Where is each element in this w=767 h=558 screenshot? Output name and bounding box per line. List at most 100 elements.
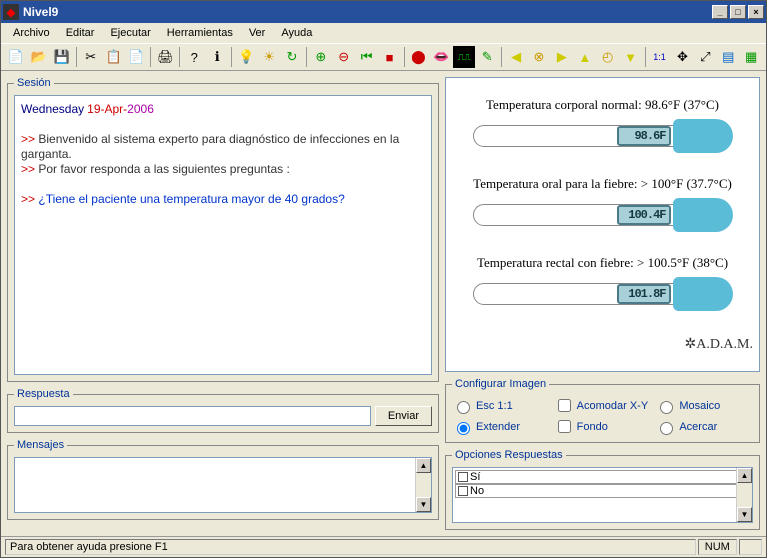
nav-prev-yellow-icon[interactable]: ◀ bbox=[505, 46, 527, 68]
image-panel: Temperatura corporal normal: 98.6°F (37°… bbox=[445, 77, 760, 372]
thermometer-3: Temperatura rectal con fiebre: > 100.5°F… bbox=[452, 255, 753, 313]
question-text: ¿Tiene el paciente una temperatura mayor… bbox=[38, 192, 344, 206]
status-empty bbox=[739, 539, 762, 555]
session-date-day: 19-Apr- bbox=[87, 102, 127, 116]
thermometer-2: Temperatura oral para la fiebre: > 100°F… bbox=[452, 176, 753, 234]
radio-mosaico[interactable]: Mosaico bbox=[655, 396, 753, 415]
cut-icon[interactable]: ✂ bbox=[80, 46, 102, 68]
desktop-icon[interactable]: ▤ bbox=[717, 46, 739, 68]
scroll-up-icon[interactable]: ▲ bbox=[737, 468, 752, 483]
welcome-line-2: Por favor responda a las siguientes preg… bbox=[38, 162, 289, 176]
app-icon: ◆ bbox=[3, 4, 19, 20]
scroll-up-icon[interactable]: ▲ bbox=[416, 458, 431, 473]
record-icon[interactable]: ⬤ bbox=[408, 46, 430, 68]
sun-icon[interactable]: ☀ bbox=[258, 46, 280, 68]
lips-icon[interactable]: 👄 bbox=[430, 46, 452, 68]
session-legend: Sesión bbox=[14, 77, 54, 89]
scroll-down-icon[interactable]: ▼ bbox=[737, 507, 752, 522]
maximize-button[interactable]: □ bbox=[730, 5, 746, 19]
remove-icon[interactable]: ⊖ bbox=[333, 46, 355, 68]
checkbox-icon[interactable] bbox=[458, 486, 468, 496]
status-help-text: Para obtener ayuda presione F1 bbox=[5, 539, 696, 555]
session-textarea[interactable]: Wednesday 19-Apr-2006 >> Bienvenido al s… bbox=[14, 95, 432, 375]
menu-editar[interactable]: Editar bbox=[58, 25, 103, 41]
menu-ver[interactable]: Ver bbox=[241, 25, 274, 41]
opciones-legend: Opciones Respuestas bbox=[452, 449, 566, 461]
menu-ayuda[interactable]: Ayuda bbox=[273, 25, 320, 41]
title-bar: ◆ Nivel9 _ □ × bbox=[1, 1, 766, 23]
respuesta-input[interactable] bbox=[14, 406, 371, 426]
prompt-icon: >> bbox=[21, 132, 38, 146]
adam-logo: ✲A.D.A.M. bbox=[452, 336, 753, 353]
nav-next-yellow-icon[interactable]: ▶ bbox=[551, 46, 573, 68]
config-fieldset: Configurar Imagen Esc 1:1 Acomodar X-Y M… bbox=[445, 378, 760, 443]
grid-icon[interactable]: ▦ bbox=[740, 46, 762, 68]
mensajes-textarea[interactable]: ▲ ▼ bbox=[14, 457, 432, 513]
prompt-icon: >> bbox=[21, 192, 38, 206]
nav-down-icon[interactable]: ▼ bbox=[620, 46, 642, 68]
info-icon[interactable]: ℹ bbox=[206, 46, 228, 68]
welcome-line-1: Bienvenido al sistema experto para diagn… bbox=[21, 132, 399, 161]
menu-herramientas[interactable]: Herramientas bbox=[159, 25, 241, 41]
status-num: NUM bbox=[698, 539, 737, 555]
thermo-display-1: 98.6F bbox=[617, 126, 671, 146]
scrollbar[interactable]: ▲ ▼ bbox=[736, 468, 752, 522]
checkbox-icon[interactable] bbox=[458, 472, 468, 482]
close-button[interactable]: × bbox=[748, 5, 764, 19]
opciones-list[interactable]: Sí No ▲ ▼ bbox=[452, 467, 753, 523]
minimize-button[interactable]: _ bbox=[712, 5, 728, 19]
enviar-button[interactable]: Enviar bbox=[375, 406, 432, 426]
scroll-down-icon[interactable]: ▼ bbox=[416, 497, 431, 512]
refresh-icon[interactable]: ↻ bbox=[281, 46, 303, 68]
radio-acercar[interactable]: Acercar bbox=[655, 417, 753, 436]
nav-cancel-icon[interactable]: ⊗ bbox=[528, 46, 550, 68]
add-icon[interactable]: ⊕ bbox=[310, 46, 332, 68]
session-fieldset: Sesión Wednesday 19-Apr-2006 >> Bienveni… bbox=[7, 77, 439, 382]
stop-icon[interactable]: ■ bbox=[379, 46, 401, 68]
respuesta-legend: Respuesta bbox=[14, 388, 73, 400]
menu-ejecutar[interactable]: Ejecutar bbox=[102, 25, 158, 41]
radio-extender[interactable]: Extender bbox=[452, 417, 550, 436]
nav-up-icon[interactable]: ▲ bbox=[574, 46, 596, 68]
session-date-year: 2006 bbox=[127, 102, 154, 116]
help-icon[interactable]: ? bbox=[183, 46, 205, 68]
wave-icon[interactable]: ⎍⎍ bbox=[453, 46, 475, 68]
mensajes-fieldset: Mensajes ▲ ▼ bbox=[7, 439, 439, 520]
move-icon[interactable]: ✥ bbox=[671, 46, 693, 68]
list-item[interactable]: Sí bbox=[455, 470, 750, 484]
opciones-fieldset: Opciones Respuestas Sí No ▲ ▼ bbox=[445, 449, 760, 530]
print-icon[interactable]: 🖨 bbox=[154, 46, 176, 68]
check-acomodar[interactable]: Acomodar X-Y bbox=[554, 396, 652, 415]
config-legend: Configurar Imagen bbox=[452, 378, 549, 390]
clock-icon[interactable]: ◴ bbox=[597, 46, 619, 68]
copy-icon[interactable]: 📋 bbox=[103, 46, 125, 68]
menu-archivo[interactable]: Archivo bbox=[5, 25, 58, 41]
open-icon[interactable]: 📂 bbox=[28, 46, 50, 68]
thermo-display-3: 101.8F bbox=[617, 284, 671, 304]
radio-esc[interactable]: Esc 1:1 bbox=[452, 396, 550, 415]
scrollbar[interactable]: ▲ ▼ bbox=[415, 458, 431, 512]
thermo-label-1: Temperatura corporal normal: 98.6°F (37°… bbox=[452, 97, 753, 113]
prompt-icon: >> bbox=[21, 162, 38, 176]
thermo-label-2: Temperatura oral para la fiebre: > 100°F… bbox=[452, 176, 753, 192]
window-title: Nivel9 bbox=[23, 5, 58, 19]
list-item[interactable]: No bbox=[455, 484, 750, 498]
mensajes-legend: Mensajes bbox=[14, 439, 67, 451]
first-icon[interactable]: ⏮ bbox=[356, 46, 378, 68]
check-fondo[interactable]: Fondo bbox=[554, 417, 652, 436]
respuesta-fieldset: Respuesta Enviar bbox=[7, 388, 439, 433]
thermometer-1: Temperatura corporal normal: 98.6°F (37°… bbox=[452, 97, 753, 155]
fit-11-icon[interactable]: 1:1 bbox=[649, 46, 671, 68]
save-icon[interactable]: 💾 bbox=[51, 46, 73, 68]
status-bar: Para obtener ayuda presione F1 NUM bbox=[1, 536, 766, 557]
thermo-label-3: Temperatura rectal con fiebre: > 100.5°F… bbox=[452, 255, 753, 271]
new-icon[interactable]: 📄 bbox=[5, 46, 27, 68]
pen-icon[interactable]: ✎ bbox=[476, 46, 498, 68]
paste-icon[interactable]: 📄 bbox=[126, 46, 148, 68]
bulb-icon[interactable]: 💡 bbox=[235, 46, 257, 68]
toolbar: 📄 📂 💾 ✂ 📋 📄 🖨 ? ℹ 💡 ☀ ↻ ⊕ ⊖ ⏮ ■ ⬤ 👄 ⎍⎍ ✎… bbox=[1, 43, 766, 71]
thermo-display-2: 100.4F bbox=[617, 205, 671, 225]
menu-bar: Archivo Editar Ejecutar Herramientas Ver… bbox=[1, 23, 766, 43]
fit-xy-icon[interactable]: ⤢ bbox=[694, 46, 716, 68]
session-day: Wednesday bbox=[21, 102, 84, 116]
